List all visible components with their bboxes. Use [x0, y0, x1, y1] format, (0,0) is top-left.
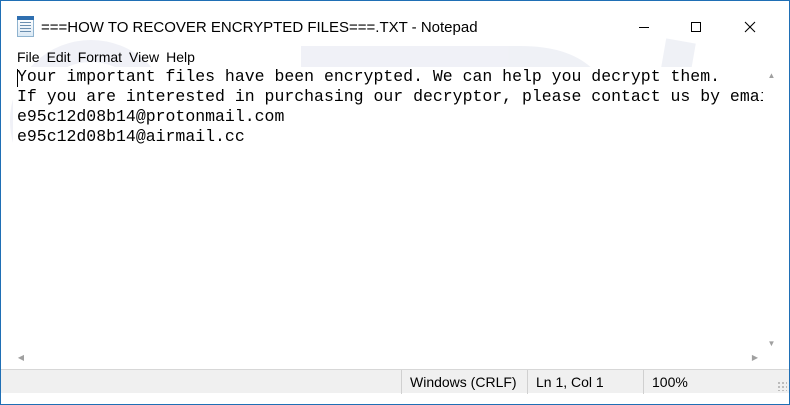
- menu-bar: File Edit Format View Help: [1, 47, 202, 67]
- horizontal-scrollbar[interactable]: ◀ ▶: [13, 349, 763, 366]
- status-encoding: Windows (CRLF): [401, 370, 527, 394]
- scroll-up-arrow-icon[interactable]: ▲: [763, 67, 780, 83]
- menu-edit[interactable]: Edit: [47, 49, 71, 65]
- close-icon: [744, 21, 756, 33]
- scroll-left-arrow-icon[interactable]: ◀: [13, 349, 29, 366]
- title-bar[interactable]: ===HOW TO RECOVER ENCRYPTED FILES===.TXT…: [1, 1, 789, 37]
- menu-view[interactable]: View: [129, 49, 159, 65]
- document-text: Your important files have been encrypted…: [17, 67, 776, 147]
- notepad-app-icon: [17, 16, 34, 37]
- menu-help[interactable]: Help: [166, 49, 195, 65]
- close-button[interactable]: [727, 1, 773, 53]
- document-line: e95c12d08b14@airmail.cc: [17, 127, 245, 146]
- scroll-right-arrow-icon[interactable]: ▶: [747, 349, 763, 366]
- minimize-icon: [639, 27, 649, 28]
- status-zoom: 100%: [643, 370, 763, 394]
- notepad-window: ===HOW TO RECOVER ENCRYPTED FILES===.TXT…: [0, 0, 790, 405]
- document-line: If you are interested in purchasing our …: [17, 87, 776, 106]
- maximize-button[interactable]: [673, 1, 719, 53]
- maximize-icon: [691, 22, 701, 32]
- scroll-down-arrow-icon[interactable]: ▼: [763, 335, 780, 351]
- resize-grip-icon[interactable]: [777, 381, 787, 391]
- minimize-button[interactable]: [621, 1, 667, 53]
- menu-file[interactable]: File: [17, 49, 40, 65]
- status-cursor-position: Ln 1, Col 1: [527, 370, 643, 394]
- document-line: e95c12d08b14@protonmail.com: [17, 107, 285, 126]
- text-caret: [17, 69, 18, 87]
- text-editor[interactable]: Your important files have been encrypted…: [13, 67, 776, 347]
- menu-format[interactable]: Format: [78, 49, 122, 65]
- document-line: Your important files have been encrypted…: [17, 67, 721, 86]
- status-bar: Windows (CRLF) Ln 1, Col 1 100%: [1, 369, 789, 394]
- vertical-scrollbar[interactable]: ▲ ▼: [763, 67, 780, 351]
- window-title: ===HOW TO RECOVER ENCRYPTED FILES===.TXT…: [41, 19, 478, 36]
